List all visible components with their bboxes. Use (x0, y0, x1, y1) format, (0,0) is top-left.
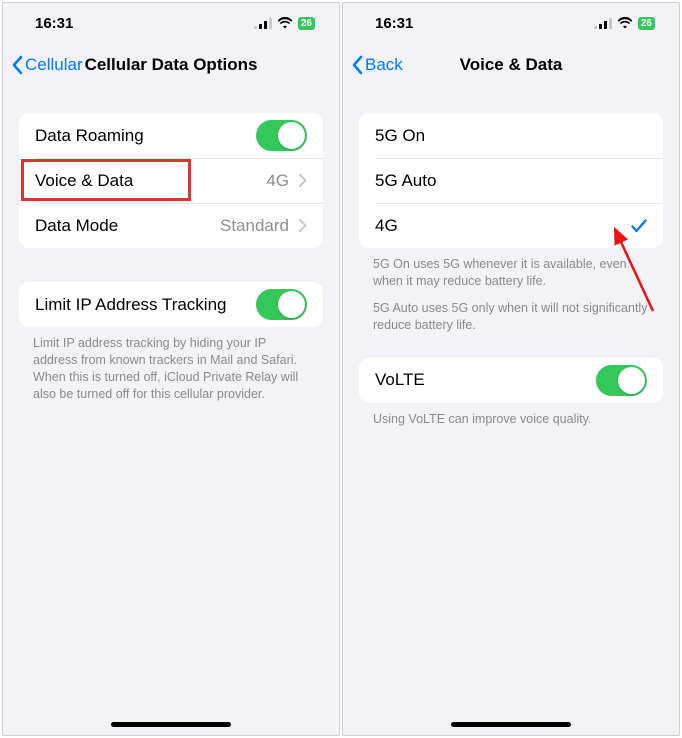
row-label: Limit IP Address Tracking (35, 295, 256, 315)
phone-left: 16:31 26 Cellular Cellular Data Options … (2, 2, 340, 736)
chevron-left-icon (351, 55, 363, 75)
check-icon (631, 219, 647, 233)
signal-icon (254, 18, 272, 29)
row-value: Standard (220, 216, 289, 236)
home-indicator[interactable] (111, 722, 231, 727)
row-label: 5G On (375, 126, 647, 146)
row-5g-on[interactable]: 5G On (359, 113, 663, 158)
row-data-roaming[interactable]: Data Roaming (19, 113, 323, 158)
chevron-right-icon (299, 219, 307, 232)
status-time: 16:31 (35, 15, 73, 32)
status-time: 16:31 (375, 15, 413, 32)
content: 5G On 5G Auto 4G 5G On uses 5G whenever … (343, 87, 679, 427)
row-4g[interactable]: 4G (359, 203, 663, 248)
row-5g-auto[interactable]: 5G Auto (359, 158, 663, 203)
settings-group-1: Data Roaming Voice & Data 4G Data Mode S… (19, 113, 323, 248)
row-label: Data Roaming (35, 126, 256, 146)
row-volte[interactable]: VoLTE (359, 358, 663, 403)
row-label: 4G (375, 216, 631, 236)
status-right: 26 (594, 17, 655, 30)
nav-back-label: Back (365, 55, 403, 75)
home-indicator[interactable] (451, 722, 571, 727)
footer-volte: Using VoLTE can improve voice quality. (343, 403, 679, 428)
chevron-left-icon (11, 55, 23, 75)
settings-group-network: 5G On 5G Auto 4G (359, 113, 663, 248)
row-voice-data[interactable]: Voice & Data 4G (19, 158, 323, 203)
row-label: 5G Auto (375, 171, 647, 191)
signal-icon (594, 18, 612, 29)
footer-5g-auto: 5G Auto uses 5G only when it will not si… (343, 290, 679, 334)
toggle-data-roaming[interactable] (256, 120, 307, 151)
wifi-icon (277, 17, 293, 29)
row-label: Voice & Data (35, 171, 266, 191)
phone-right: 16:31 26 Back Voice & Data 5G On 5G Auto (342, 2, 680, 736)
status-right: 26 (254, 17, 315, 30)
battery-icon: 26 (638, 17, 655, 30)
nav-back-button[interactable]: Back (351, 55, 403, 75)
battery-icon: 26 (298, 17, 315, 30)
row-value: 4G (266, 171, 289, 191)
settings-group-volte: VoLTE (359, 358, 663, 403)
nav-back-button[interactable]: Cellular (11, 55, 83, 75)
wifi-icon (617, 17, 633, 29)
row-label: VoLTE (375, 370, 596, 390)
row-label: Data Mode (35, 216, 220, 236)
toggle-limit-ip[interactable] (256, 289, 307, 320)
nav-bar: Cellular Cellular Data Options (3, 43, 339, 87)
footer-5g-on: 5G On uses 5G whenever it is available, … (343, 248, 679, 290)
nav-back-label: Cellular (25, 55, 83, 75)
status-bar: 16:31 26 (3, 3, 339, 43)
settings-group-2: Limit IP Address Tracking (19, 282, 323, 327)
row-limit-ip[interactable]: Limit IP Address Tracking (19, 282, 323, 327)
chevron-right-icon (299, 174, 307, 187)
content: Data Roaming Voice & Data 4G Data Mode S… (3, 87, 339, 403)
status-bar: 16:31 26 (343, 3, 679, 43)
nav-bar: Back Voice & Data (343, 43, 679, 87)
footer-limit-ip: Limit IP address tracking by hiding your… (3, 327, 339, 403)
toggle-volte[interactable] (596, 365, 647, 396)
row-data-mode[interactable]: Data Mode Standard (19, 203, 323, 248)
